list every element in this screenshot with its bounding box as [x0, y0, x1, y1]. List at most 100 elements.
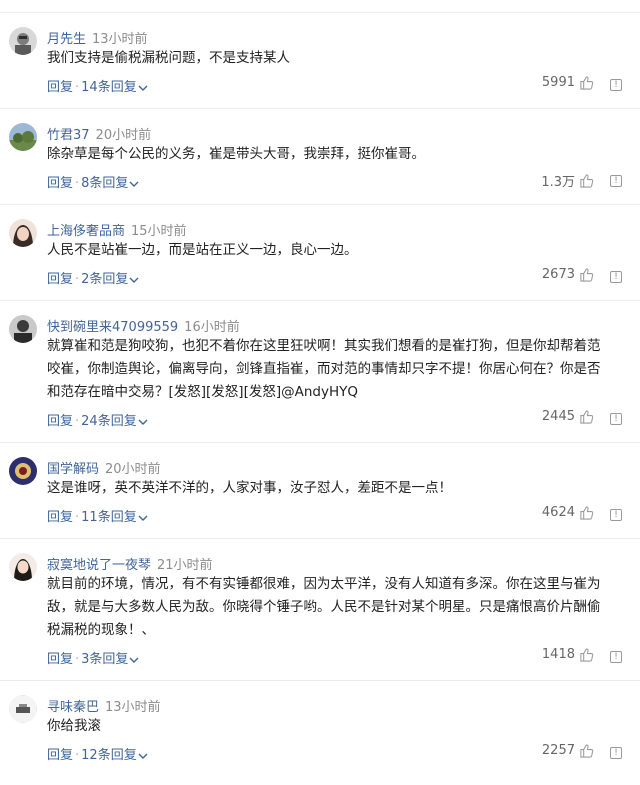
reply-button[interactable]: 回复: [47, 510, 73, 525]
comment-actions: 回复 · 24条回复: [47, 410, 148, 429]
thumbs-up-icon: [580, 268, 594, 282]
thumbs-up-icon: [580, 648, 594, 662]
like-button[interactable]: 1.3万: [541, 171, 594, 190]
avatar[interactable]: [9, 219, 37, 247]
comment-item: 上海侈奢品商 15小时前 人民不是站崔一边，而是站在正义一边，良心一边。 回复 · 2…: [0, 204, 640, 300]
comment-item: 国学解码 20小时前 这是谁呀，英不英洋不洋的，人家对事，汝子怼人，差距不是一点！…: [0, 442, 640, 538]
comment-header: 快到碗里来47099559 16小时前: [47, 316, 240, 335]
comment-actions: 回复 · 8条回复: [47, 172, 139, 191]
comment-item: 竹君37 20小时前 除杂草是每个公民的义务，崔是带头大哥，我崇拜，挺你崔哥。 回…: [0, 108, 640, 204]
replies-toggle[interactable]: 11条回复: [81, 510, 148, 525]
comment-actions: 回复 · 14条回复: [47, 76, 148, 95]
separator: ·: [75, 510, 80, 525]
report-icon[interactable]: !: [610, 509, 622, 521]
comment-text: 人民不是站崔一边，而是站在正义一边，良心一边。: [47, 242, 358, 258]
timestamp: 21小时前: [157, 558, 213, 573]
timestamp: 16小时前: [184, 320, 240, 335]
separator: ·: [75, 272, 80, 287]
reply-button[interactable]: 回复: [47, 80, 73, 95]
username[interactable]: 快到碗里来47099559: [47, 320, 178, 335]
username[interactable]: 竹君37: [47, 128, 90, 143]
like-button[interactable]: 5991: [542, 75, 594, 90]
like-button[interactable]: 1418: [542, 647, 594, 662]
chevron-down-icon: [129, 181, 139, 187]
timestamp: 13小时前: [92, 32, 148, 47]
report-icon[interactable]: !: [610, 413, 622, 425]
timestamp: 20小时前: [105, 462, 161, 477]
comment-text: 这是谁呀，英不英洋不洋的，人家对事，汝子怼人，差距不是一点！: [47, 480, 452, 496]
like-count: 2257: [541, 743, 575, 758]
comment-header: 寂寞地说了一夜琴 21小时前: [47, 554, 213, 573]
avatar[interactable]: [9, 695, 37, 723]
reply-button[interactable]: 回复: [47, 176, 73, 191]
comment-text: 你给我滚: [47, 718, 101, 734]
reply-count: 24条回复: [81, 414, 137, 429]
username[interactable]: 国学解码: [47, 462, 99, 477]
avatar[interactable]: [9, 457, 37, 485]
like-button[interactable]: 2257: [542, 743, 594, 758]
timestamp: 20小时前: [95, 128, 152, 143]
comment-actions: 回复 · 12条回复: [47, 744, 148, 763]
username[interactable]: 上海侈奢品商: [47, 224, 125, 239]
replies-toggle[interactable]: 8条回复: [81, 176, 139, 191]
replies-toggle[interactable]: 14条回复: [81, 80, 148, 95]
reply-count: 11条回复: [81, 510, 137, 525]
reply-count: 12条回复: [81, 748, 137, 763]
comment-header: 竹君37 20小时前: [47, 124, 151, 143]
timestamp: 15小时前: [131, 224, 187, 239]
reply-count: 14条回复: [81, 80, 137, 95]
reply-button[interactable]: 回复: [47, 748, 73, 763]
like-button[interactable]: 2673: [542, 267, 594, 282]
comment-text: 就目前的环境，情况，有不有实锤都很难，因为太平洋，没有人知道有多深。你在这里与崔…: [47, 576, 601, 638]
comment-text: 除杂草是每个公民的义务，崔是带头大哥，我崇拜，挺你崔哥。: [47, 146, 425, 162]
like-count: 2445: [541, 409, 575, 424]
comment-text: 就算崔和范是狗咬狗，也犯不着你在这里狂吠啊！其实我们想看的是崔打狗，但是你却帮着…: [47, 338, 601, 400]
like-count: 1.3万: [541, 175, 575, 190]
replies-toggle[interactable]: 3条回复: [81, 652, 139, 667]
separator: ·: [75, 176, 80, 191]
separator: ·: [75, 652, 80, 667]
avatar[interactable]: [9, 27, 37, 55]
reply-button[interactable]: 回复: [47, 414, 73, 429]
separator: ·: [75, 414, 80, 429]
like-button[interactable]: 4624: [542, 505, 594, 520]
avatar[interactable]: [9, 123, 37, 151]
reply-count: 8条回复: [81, 176, 129, 191]
avatar[interactable]: [9, 553, 37, 581]
reply-button[interactable]: 回复: [47, 272, 73, 287]
comment-item: 快到碗里来47099559 16小时前 就算崔和范是狗咬狗，也犯不着你在这里狂吠啊…: [0, 300, 640, 442]
comment-header: 月先生 13小时前: [47, 28, 148, 47]
username[interactable]: 寻味秦巴: [47, 700, 99, 715]
chevron-down-icon: [129, 657, 139, 663]
reply-count: 2条回复: [81, 272, 129, 287]
chevron-down-icon: [138, 85, 148, 91]
report-icon[interactable]: !: [610, 79, 622, 91]
comment-item: 寂寞地说了一夜琴 21小时前 就目前的环境，情况，有不有实锤都很难，因为太平洋，没…: [0, 538, 640, 680]
username[interactable]: 寂寞地说了一夜琴: [47, 558, 151, 573]
report-icon[interactable]: !: [610, 747, 622, 759]
avatar[interactable]: [9, 315, 37, 343]
comment-header: 国学解码 20小时前: [47, 458, 161, 477]
replies-toggle[interactable]: 2条回复: [81, 272, 139, 287]
thumbs-up-icon: [580, 76, 594, 90]
chevron-down-icon: [138, 515, 148, 521]
comment-actions: 回复 · 11条回复: [47, 506, 148, 525]
separator: ·: [75, 748, 80, 763]
replies-toggle[interactable]: 12条回复: [81, 748, 148, 763]
like-count: 2673: [541, 267, 575, 282]
chevron-down-icon: [129, 277, 139, 283]
like-button[interactable]: 2445: [542, 409, 594, 424]
username[interactable]: 月先生: [47, 32, 86, 47]
replies-toggle[interactable]: 24条回复: [81, 414, 148, 429]
reply-button[interactable]: 回复: [47, 652, 73, 667]
comment-item: 寻味秦巴 13小时前 你给我滚 回复 · 12条回复 2257 !: [0, 680, 640, 776]
thumbs-up-icon: [580, 174, 594, 188]
comment-text: 我们支持是偷税漏税问题，不是支持某人: [47, 50, 290, 66]
comment-list: 月先生 13小时前 我们支持是偷税漏税问题，不是支持某人 回复 · 14条回复 599…: [0, 12, 640, 776]
report-icon[interactable]: !: [610, 651, 622, 663]
report-icon[interactable]: !: [610, 175, 622, 187]
separator: ·: [75, 80, 80, 95]
chevron-down-icon: [138, 753, 148, 759]
like-count: 5991: [541, 75, 575, 90]
report-icon[interactable]: !: [610, 271, 622, 283]
